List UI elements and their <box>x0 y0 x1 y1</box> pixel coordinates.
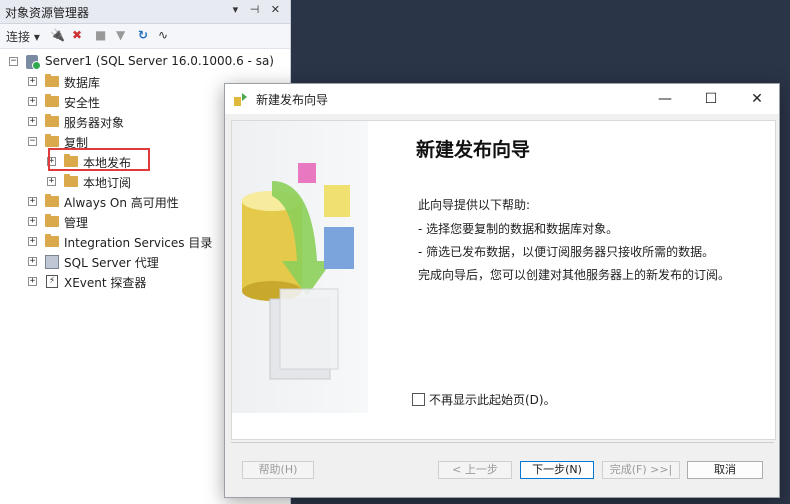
wizard-illustration <box>232 121 368 413</box>
server-icon <box>26 55 41 70</box>
footer-divider <box>231 442 774 443</box>
tree-label: Integration Services 目录 <box>64 236 213 250</box>
connect-plug-icon[interactable]: 🔌 <box>50 28 65 42</box>
tree-label: 服务器对象 <box>64 116 125 130</box>
dialog-title: 新建发布向导 <box>256 93 329 107</box>
selection-highlight-box <box>48 148 150 171</box>
folder-icon <box>45 114 59 127</box>
help-button[interactable]: 帮助(H) <box>242 461 314 479</box>
expand-icon[interactable]: + <box>28 277 37 286</box>
object-explorer-titlebar: 对象资源管理器 ▾ ⊣ ✕ <box>0 0 290 24</box>
tree-label: 数据库 <box>64 76 101 90</box>
expand-icon[interactable]: + <box>28 77 37 86</box>
wizard-content: 新建发布向导 此向导提供以下帮助: - 选择您要复制的数据和数据库对象。 - 筛… <box>231 120 776 440</box>
agent-icon <box>45 255 59 269</box>
tree-label: SQL Server 代理 <box>64 256 159 270</box>
panel-title: 对象资源管理器 <box>5 6 90 20</box>
closing-text: 完成向导后，您可以创建对其他服务器上的新发布的订阅。 <box>418 268 731 282</box>
connect-button[interactable]: 连接 ▾ <box>6 28 40 45</box>
collapse-icon[interactable]: − <box>9 57 18 66</box>
folder-icon <box>45 194 59 207</box>
tree-label: Always On 高可用性 <box>64 196 179 210</box>
checkbox-box[interactable] <box>412 393 425 406</box>
tree-label: Server1 (SQL Server 16.0.1000.6 - sa) <box>45 54 274 68</box>
stop-icon[interactable]: ■ <box>95 28 106 42</box>
connect-label: 连接 <box>6 30 31 44</box>
finish-button[interactable]: 完成(F) >>| <box>602 461 680 479</box>
replication-illustration-icon <box>242 163 354 380</box>
object-explorer-toolbar: 连接 ▾ 🔌 ✖ ■ ▼ ↻ ∿ <box>0 24 290 49</box>
dialog-titlebar: 新建发布向导 — ☐ ✕ <box>225 84 779 114</box>
tree-label: 管理 <box>64 216 89 230</box>
new-publication-wizard-dialog: 新建发布向导 — ☐ ✕ 新建发布向导 此向导提供以下帮助: - 选择您要复制的… <box>224 83 780 498</box>
folder-icon <box>45 74 59 87</box>
filter-icon[interactable]: ▼ <box>116 28 125 42</box>
expand-icon[interactable]: + <box>28 97 37 106</box>
folder-icon <box>45 94 59 107</box>
checkbox-label: 不再显示此起始页(D)。 <box>429 393 556 407</box>
refresh-icon[interactable]: ↻ <box>138 28 148 42</box>
folder-icon <box>45 234 59 247</box>
next-button[interactable]: 下一步(N) <box>520 461 594 479</box>
expand-icon[interactable]: + <box>28 217 37 226</box>
expand-icon[interactable]: + <box>28 257 37 266</box>
wizard-icon <box>234 93 247 106</box>
tree-label: 本地订阅 <box>83 176 132 190</box>
tree-node-server[interactable]: − Server1 (SQL Server 16.0.1000.6 - sa) <box>0 52 290 72</box>
folder-icon <box>45 134 59 147</box>
folder-icon <box>64 174 78 187</box>
tree-label: 安全性 <box>64 96 101 110</box>
expand-icon[interactable]: + <box>47 177 56 186</box>
panel-window-controls[interactable]: ▾ ⊣ ✕ <box>233 3 284 16</box>
close-icon[interactable]: ✕ <box>747 89 767 109</box>
bullet-2: - 筛选已发布数据，以便订阅服务器只接收所需的数据。 <box>418 245 715 259</box>
intro-text: 此向导提供以下帮助: <box>418 198 531 212</box>
xevent-icon: ⚡ <box>46 275 58 288</box>
tree-label: XEvent 探查器 <box>64 276 147 290</box>
folder-icon <box>45 214 59 227</box>
expand-icon[interactable]: + <box>28 117 37 126</box>
bullet-1: - 选择您要复制的数据和数据库对象。 <box>418 222 619 236</box>
minimize-icon[interactable]: — <box>655 89 675 109</box>
back-button[interactable]: < 上一步 <box>438 461 512 479</box>
collapse-icon[interactable]: − <box>28 137 37 146</box>
expand-icon[interactable]: + <box>28 197 37 206</box>
cancel-button[interactable]: 取消 <box>687 461 763 479</box>
activity-monitor-icon[interactable]: ∿ <box>158 28 168 42</box>
disconnect-icon[interactable]: ✖ <box>72 28 82 42</box>
expand-icon[interactable]: + <box>28 237 37 246</box>
wizard-heading: 新建发布向导 <box>416 139 531 161</box>
maximize-icon[interactable]: ☐ <box>701 89 721 109</box>
